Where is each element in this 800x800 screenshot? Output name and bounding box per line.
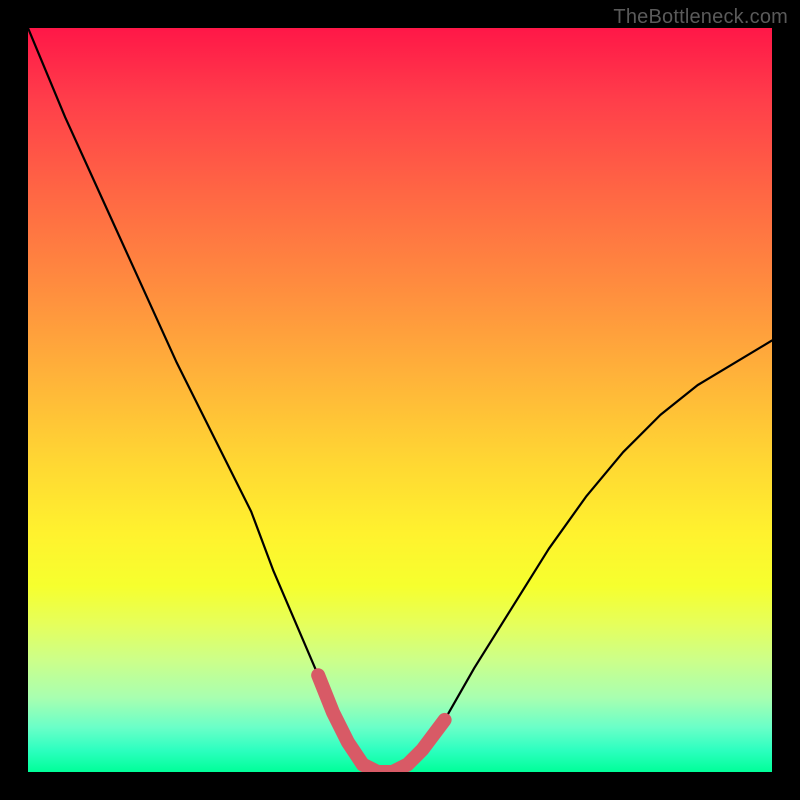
bottleneck-chart — [28, 28, 772, 772]
bottom-highlight — [318, 675, 444, 772]
chart-frame — [28, 28, 772, 772]
watermark-text: TheBottleneck.com — [613, 6, 788, 29]
bottleneck-curve — [28, 28, 772, 772]
